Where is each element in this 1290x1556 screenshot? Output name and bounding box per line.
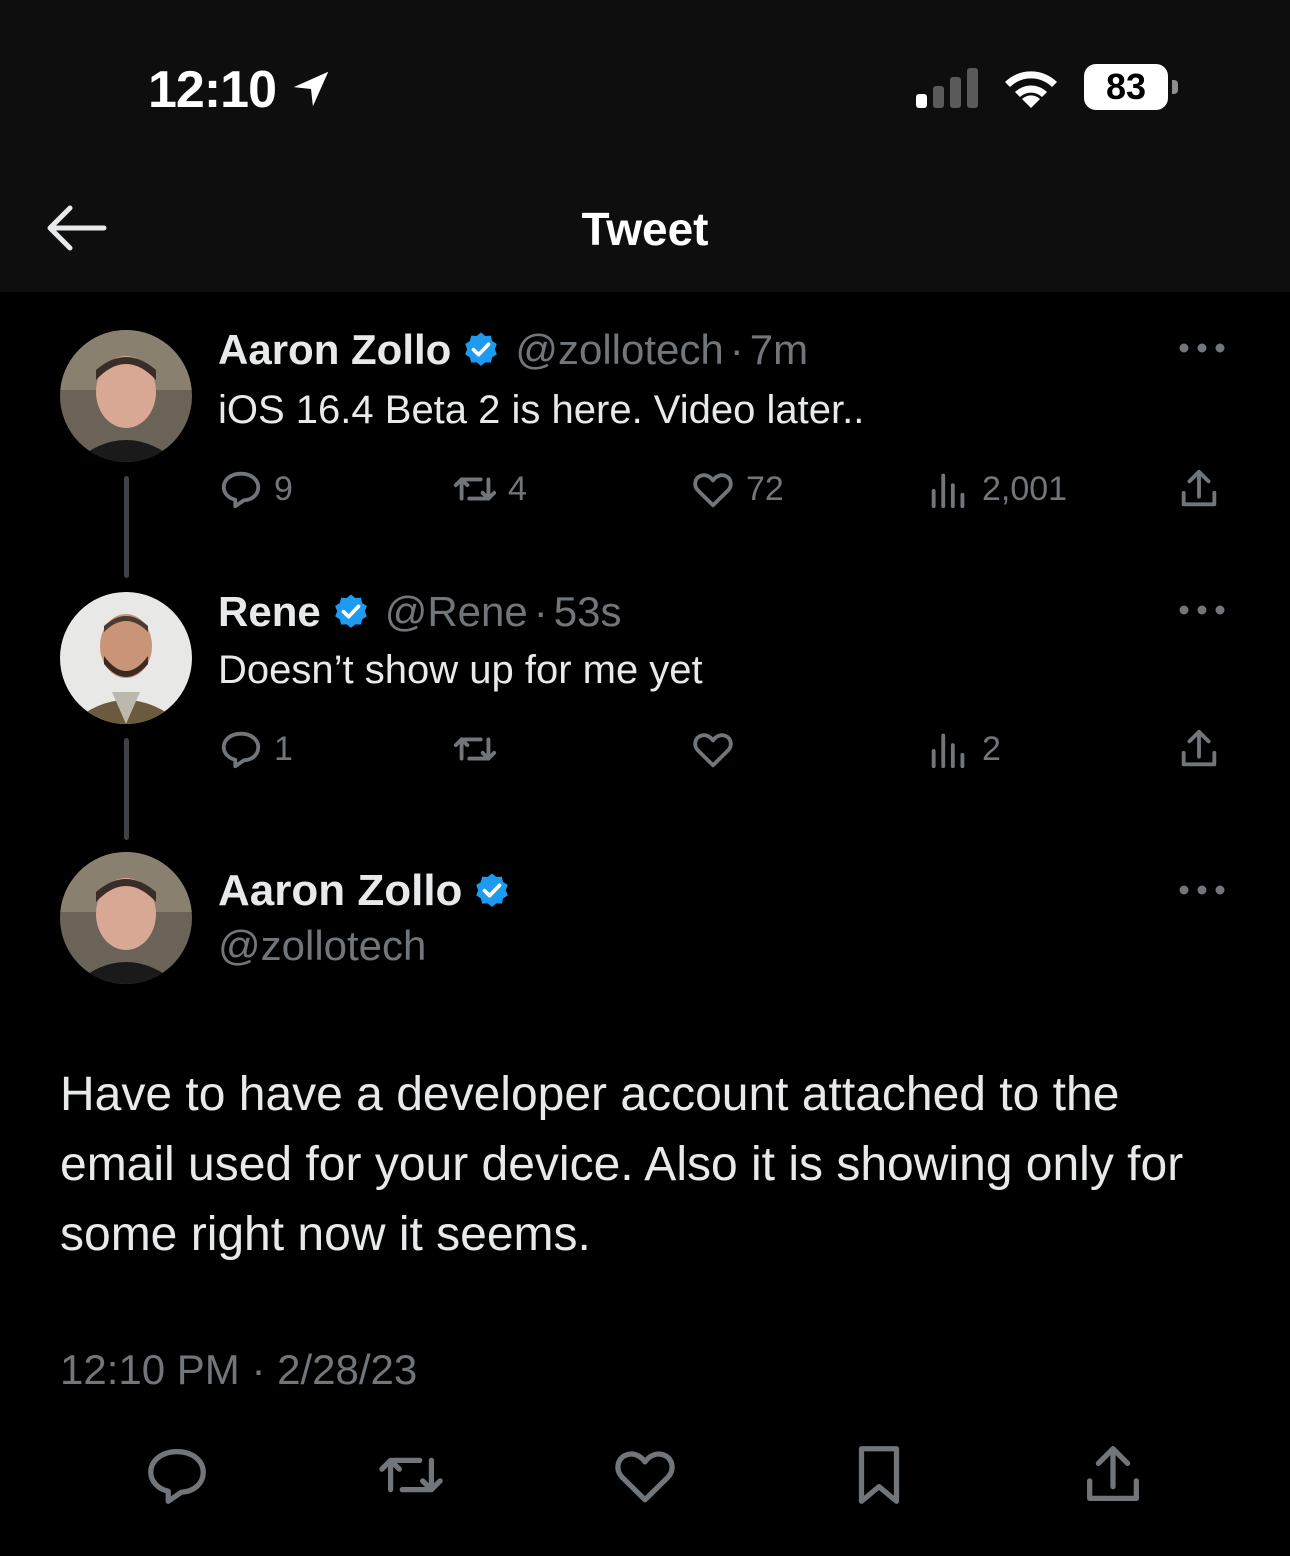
like-icon[interactable] bbox=[610, 1440, 680, 1510]
retweet-button[interactable]: 4 bbox=[452, 464, 527, 514]
more-icon[interactable] bbox=[1178, 600, 1226, 620]
more-icon[interactable] bbox=[1178, 880, 1226, 900]
views-count: 2,001 bbox=[982, 469, 1068, 508]
views-count: 2 bbox=[982, 729, 1001, 768]
main-author-row: Aaron Zollo bbox=[218, 866, 526, 916]
reply-icon bbox=[221, 471, 261, 509]
avatar-photo bbox=[60, 852, 192, 984]
views-icon bbox=[931, 473, 965, 509]
more-icon[interactable] bbox=[1178, 338, 1226, 358]
author-handle[interactable]: @zollotech bbox=[218, 922, 426, 970]
tweet-timestamp: 12:10 PM · 2/28/23 bbox=[60, 1346, 418, 1393]
battery-icon: 83 bbox=[1084, 64, 1180, 110]
status-time: 12:10 bbox=[148, 61, 277, 119]
share-button[interactable] bbox=[1176, 464, 1232, 514]
tweet-age: 7m bbox=[749, 326, 809, 373]
main-tweet-actions bbox=[0, 1440, 1290, 1520]
share-button[interactable] bbox=[1176, 724, 1232, 774]
like-button[interactable]: 72 bbox=[690, 464, 784, 514]
views-button[interactable]: 2 bbox=[926, 724, 1001, 774]
verified-icon bbox=[334, 594, 367, 628]
wifi-icon bbox=[1005, 71, 1057, 108]
tweet-header: Rene @Rene · 53s bbox=[218, 588, 621, 636]
verified-icon bbox=[465, 332, 498, 366]
share-icon[interactable] bbox=[1078, 1440, 1148, 1510]
author-name[interactable]: Aaron Zollo bbox=[218, 326, 451, 374]
retweet-icon bbox=[453, 737, 497, 761]
share-icon bbox=[1181, 469, 1217, 507]
separator: · bbox=[533, 588, 548, 635]
tweet-header: Aaron Zollo @zollotech · 7m bbox=[218, 326, 808, 374]
tweet-actions: 1 2 bbox=[218, 724, 1228, 774]
reply-icon bbox=[221, 731, 261, 769]
tweet-age: 53s bbox=[553, 588, 622, 635]
views-icon bbox=[931, 733, 965, 769]
like-count: 72 bbox=[746, 469, 784, 508]
author-handle[interactable]: @Rene bbox=[385, 588, 528, 636]
avatar[interactable] bbox=[60, 330, 192, 462]
retweet-button[interactable] bbox=[452, 724, 508, 774]
author-name[interactable]: Rene bbox=[218, 588, 321, 636]
retweet-icon[interactable] bbox=[376, 1440, 446, 1510]
page-title: Tweet bbox=[581, 203, 709, 255]
retweet-count: 4 bbox=[508, 469, 527, 508]
avatar[interactable] bbox=[60, 592, 192, 724]
like-icon bbox=[693, 733, 733, 768]
reply-button[interactable]: 1 bbox=[218, 724, 293, 774]
avatar[interactable] bbox=[60, 852, 192, 984]
thread-connector bbox=[124, 738, 129, 840]
verified-icon bbox=[476, 873, 509, 907]
tweet-text: Doesn’t show up for me yet bbox=[218, 648, 703, 692]
reply-button[interactable]: 9 bbox=[218, 464, 293, 514]
tweet-actions: 9 4 72 2,001 bbox=[218, 464, 1228, 514]
main-tweet-text: Have to have a developer account attache… bbox=[60, 1068, 1184, 1261]
nav-bar: Tweet bbox=[0, 180, 1290, 292]
author-handle[interactable]: @zollotech bbox=[515, 326, 723, 374]
battery-cap bbox=[1172, 80, 1178, 94]
author-name[interactable]: Aaron Zollo bbox=[218, 866, 462, 916]
views-button[interactable]: 2,001 bbox=[926, 464, 1067, 514]
reply-icon[interactable] bbox=[142, 1440, 212, 1510]
retweet-icon bbox=[453, 477, 497, 501]
location-arrow-icon bbox=[293, 71, 329, 107]
avatar-photo bbox=[60, 592, 192, 724]
reply-count: 9 bbox=[274, 469, 293, 508]
bookmark-icon[interactable] bbox=[844, 1440, 914, 1510]
separator: · bbox=[729, 326, 744, 373]
like-button[interactable] bbox=[690, 724, 746, 774]
tweet-text: iOS 16.4 Beta 2 is here. Video later.. bbox=[218, 388, 865, 432]
battery-level: 83 bbox=[1105, 66, 1147, 107]
like-icon bbox=[693, 473, 733, 508]
signal-icon bbox=[916, 68, 978, 108]
status-bar: 12:10 83 bbox=[0, 0, 1290, 180]
avatar-photo bbox=[60, 330, 192, 462]
reply-count: 1 bbox=[274, 729, 293, 768]
thread-connector bbox=[124, 476, 129, 578]
share-icon bbox=[1181, 729, 1217, 767]
